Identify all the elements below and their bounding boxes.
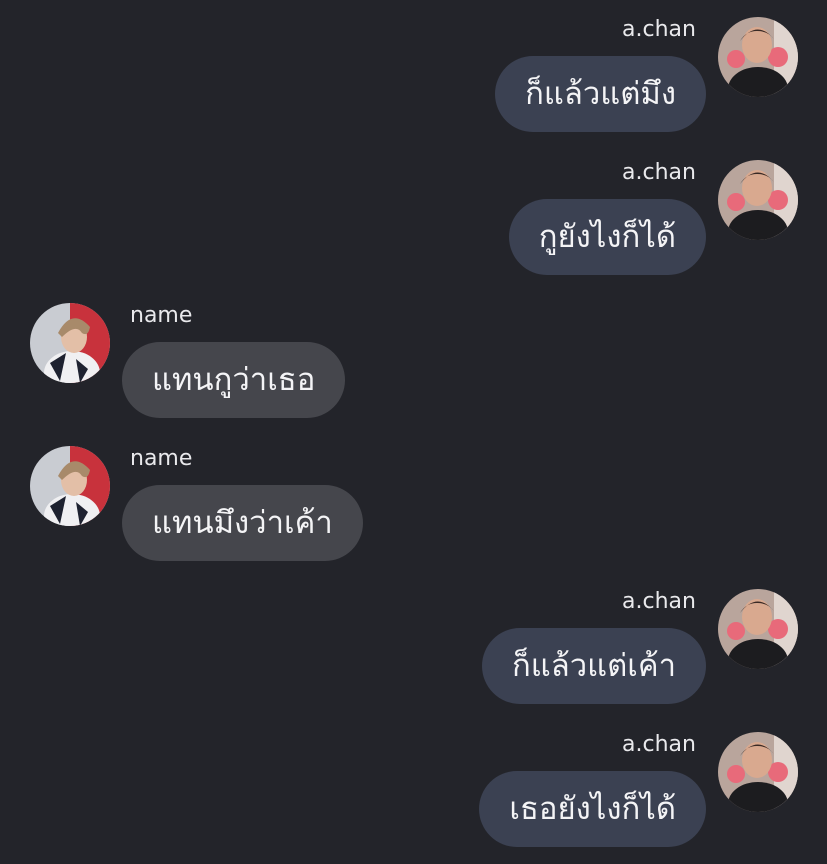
name-avatar[interactable] <box>30 446 110 526</box>
achan-avatar[interactable] <box>718 589 798 669</box>
message-row: a.chan ก็แล้วแต่มึง <box>0 17 827 135</box>
achan-avatar[interactable] <box>718 160 798 240</box>
sender-name: a.chan <box>622 17 696 42</box>
sender-name: a.chan <box>622 732 696 757</box>
sender-name: name <box>130 303 193 328</box>
sender-name: name <box>130 446 193 471</box>
message-row: name แทนมึงว่าเค้า <box>0 446 827 564</box>
sender-name: a.chan <box>622 589 696 614</box>
message-bubble[interactable]: ก็แล้วแต่เค้า <box>481 628 706 704</box>
message-row: a.chan เธอยังไงก็ได้ <box>0 732 827 850</box>
message-row: name แทนกูว่าเธอ <box>0 303 827 421</box>
message-bubble[interactable]: แทนกูว่าเธอ <box>122 342 346 418</box>
achan-avatar[interactable] <box>718 17 798 97</box>
chat-thread: a.chan ก็แล้วแต่มึง a.chan กูยังไงก็ได้ <box>0 0 827 864</box>
message-bubble[interactable]: กูยังไงก็ได้ <box>508 199 706 275</box>
message-row: a.chan ก็แล้วแต่เค้า <box>0 589 827 707</box>
sender-name: a.chan <box>622 160 696 185</box>
message-bubble[interactable]: เธอยังไงก็ได้ <box>479 771 706 847</box>
name-avatar[interactable] <box>30 303 110 383</box>
achan-avatar[interactable] <box>718 732 798 812</box>
message-row: a.chan กูยังไงก็ได้ <box>0 160 827 278</box>
message-bubble[interactable]: แทนมึงว่าเค้า <box>122 485 363 561</box>
message-bubble[interactable]: ก็แล้วแต่มึง <box>495 56 706 132</box>
